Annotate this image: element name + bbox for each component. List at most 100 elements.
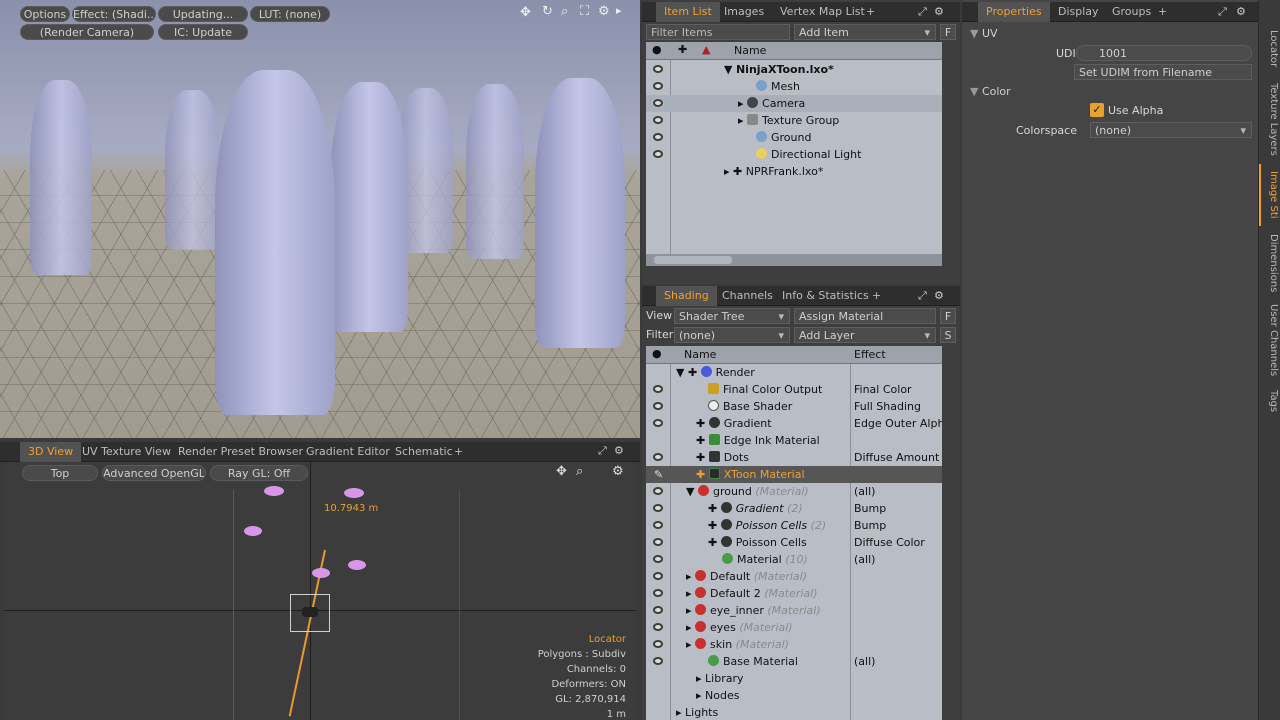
list-item[interactable]: Directional Light	[646, 146, 942, 163]
eye-icon[interactable]	[653, 453, 663, 461]
eye-icon[interactable]	[653, 555, 663, 563]
colorspace-dropdown[interactable]: (none)	[1090, 122, 1252, 138]
eye-icon[interactable]	[653, 640, 663, 648]
set-udim-from-filename-button[interactable]: Set UDIM from Filename	[1074, 64, 1252, 80]
move-icon[interactable]: ✥	[520, 5, 531, 20]
view-top-dropdown[interactable]: Top	[22, 465, 98, 481]
view-dropdown[interactable]: Shader Tree	[674, 308, 790, 324]
tab-channels[interactable]: Channels	[714, 286, 781, 306]
filter-dropdown[interactable]: (none)	[674, 327, 790, 343]
tab-display[interactable]: Display	[1050, 2, 1107, 22]
use-alpha-checkbox[interactable]: ✓	[1090, 103, 1104, 117]
eye-icon[interactable]	[653, 65, 663, 73]
side-tab-locator[interactable]: Locator	[1259, 24, 1279, 74]
effect-column-header[interactable]: Effect	[854, 348, 886, 361]
eye-icon[interactable]	[653, 402, 663, 410]
tab-info-statistics[interactable]: Info & Statistics	[774, 286, 877, 306]
add-tab-button[interactable]: +	[858, 2, 883, 22]
item-list-f-button[interactable]: F	[940, 24, 956, 40]
list-item[interactable]: ▸ ✚ NPRFrank.lxo*	[646, 163, 942, 180]
shader-row[interactable]: ✚ Poisson Cells Diffuse Color	[646, 534, 942, 551]
side-tab-user-channels[interactable]: User Channels	[1259, 300, 1279, 380]
fit-icon[interactable]: ⛶	[580, 4, 589, 19]
eye-icon[interactable]	[653, 623, 663, 631]
add-layer-dropdown[interactable]: Add Layer	[794, 327, 936, 343]
expand-icon[interactable]: ⤢	[1218, 5, 1227, 19]
uv-section-header[interactable]: ▼ UV	[970, 27, 998, 40]
shader-row[interactable]: ✚ Gradient (2) Bump	[646, 500, 942, 517]
shader-row[interactable]: ▸ Default (Material)	[646, 568, 942, 585]
eye-icon[interactable]	[653, 487, 663, 495]
shader-row[interactable]: ✚ Gradient Edge Outer Alpha	[646, 415, 942, 432]
render-mode-dropdown[interactable]: Advanced OpenGL	[102, 465, 206, 481]
tab-item-list[interactable]: Item List	[656, 2, 720, 22]
eye-icon[interactable]	[653, 133, 663, 141]
zoom-icon[interactable]: ⌕	[576, 464, 583, 479]
gear-icon[interactable]: ⚙	[614, 444, 624, 457]
eye-icon[interactable]	[653, 116, 663, 124]
ninja-marker-icon[interactable]	[344, 488, 364, 498]
tab-images[interactable]: Images	[716, 2, 772, 22]
list-item[interactable]: ▼ NinjaXToon.lxo*	[646, 61, 942, 78]
3d-viewport[interactable]: Top Advanced OpenGL Ray GL: Off ✥ ⌕ ⚙ 10…	[4, 462, 636, 720]
list-item[interactable]: Mesh	[646, 78, 942, 95]
eye-icon[interactable]	[653, 99, 663, 107]
ninja-marker-icon[interactable]	[312, 568, 330, 578]
shader-row[interactable]: Material (10) (all)	[646, 551, 942, 568]
eye-icon[interactable]	[653, 82, 663, 90]
shader-row[interactable]: ▸ Default 2 (Material)	[646, 585, 942, 602]
tab-uv-texture-view[interactable]: UV Texture View	[74, 442, 179, 462]
gear-icon[interactable]: ⚙	[598, 4, 610, 19]
options-button[interactable]: Options	[20, 6, 70, 22]
shader-row[interactable]: ✚ Poisson Cells (2) Bump	[646, 517, 942, 534]
name-column-header[interactable]: Name	[684, 348, 716, 361]
eye-icon[interactable]	[653, 589, 663, 597]
eye-icon[interactable]	[653, 538, 663, 546]
color-section-header[interactable]: ▼ Color	[970, 85, 1011, 98]
horizontal-scrollbar[interactable]	[646, 254, 942, 266]
add-tab-button[interactable]: +	[1150, 2, 1175, 22]
camera-icon[interactable]	[302, 607, 318, 617]
tab-3d-view[interactable]: 3D View	[20, 442, 82, 462]
expand-icon[interactable]: ⤢	[918, 289, 927, 303]
tab-shading[interactable]: Shading	[656, 286, 717, 306]
shader-row[interactable]: ▸ eye_inner (Material)	[646, 602, 942, 619]
shader-row[interactable]: ▼ ground (Material) (all)	[646, 483, 942, 500]
shader-row[interactable]: Final Color Output Final Color	[646, 381, 942, 398]
shader-row[interactable]: ▸ Nodes	[646, 687, 942, 704]
eye-icon[interactable]	[653, 606, 663, 614]
gear-icon[interactable]: ⚙	[934, 5, 944, 18]
shader-row[interactable]: Base Shader Full Shading	[646, 398, 942, 415]
shader-row[interactable]: ▸ Lights	[646, 704, 942, 720]
eye-icon[interactable]	[653, 419, 663, 427]
ninja-marker-icon[interactable]	[264, 486, 284, 496]
ray-gl-toggle[interactable]: Ray GL: Off	[210, 465, 308, 481]
eye-icon[interactable]	[653, 150, 663, 158]
udim-input[interactable]: 1001	[1076, 45, 1252, 61]
add-tab-button[interactable]: +	[446, 442, 471, 462]
expand-icon[interactable]: ⤢	[918, 5, 927, 19]
shader-row[interactable]: ✚ Edge Ink Material	[646, 432, 942, 449]
eye-icon[interactable]	[653, 385, 663, 393]
side-tab-image-still[interactable]: Image Sti	[1259, 164, 1279, 226]
filter-items-input[interactable]: Filter Items	[646, 24, 790, 40]
shader-row-selected[interactable]: ✎ ✚ XToon Material	[646, 466, 942, 483]
lut-dropdown[interactable]: LUT: (none)	[250, 6, 330, 22]
list-item[interactable]: ▸ Camera	[646, 95, 942, 112]
tab-render-preset-browser[interactable]: Render Preset Browser	[170, 442, 311, 462]
gear-icon[interactable]: ⚙	[934, 289, 944, 302]
eye-icon[interactable]	[653, 572, 663, 580]
eye-icon[interactable]	[653, 504, 663, 512]
shader-row[interactable]: Base Material (all)	[646, 653, 942, 670]
shader-row[interactable]: ✚ Dots Diffuse Amount	[646, 449, 942, 466]
side-tab-tags[interactable]: Tags	[1259, 386, 1279, 416]
eye-icon[interactable]	[653, 657, 663, 665]
shader-row[interactable]: ▸ eyes (Material)	[646, 619, 942, 636]
tab-gradient-editor[interactable]: Gradient Editor	[298, 442, 398, 462]
ninja-marker-icon[interactable]	[348, 560, 366, 570]
eye-icon[interactable]	[653, 521, 663, 529]
shader-row[interactable]: ▼ ✚ Render	[646, 364, 942, 381]
updating-button[interactable]: Updating...	[158, 6, 248, 22]
expand-icon[interactable]: ▸	[616, 4, 622, 17]
move-icon[interactable]: ✥	[556, 464, 567, 479]
